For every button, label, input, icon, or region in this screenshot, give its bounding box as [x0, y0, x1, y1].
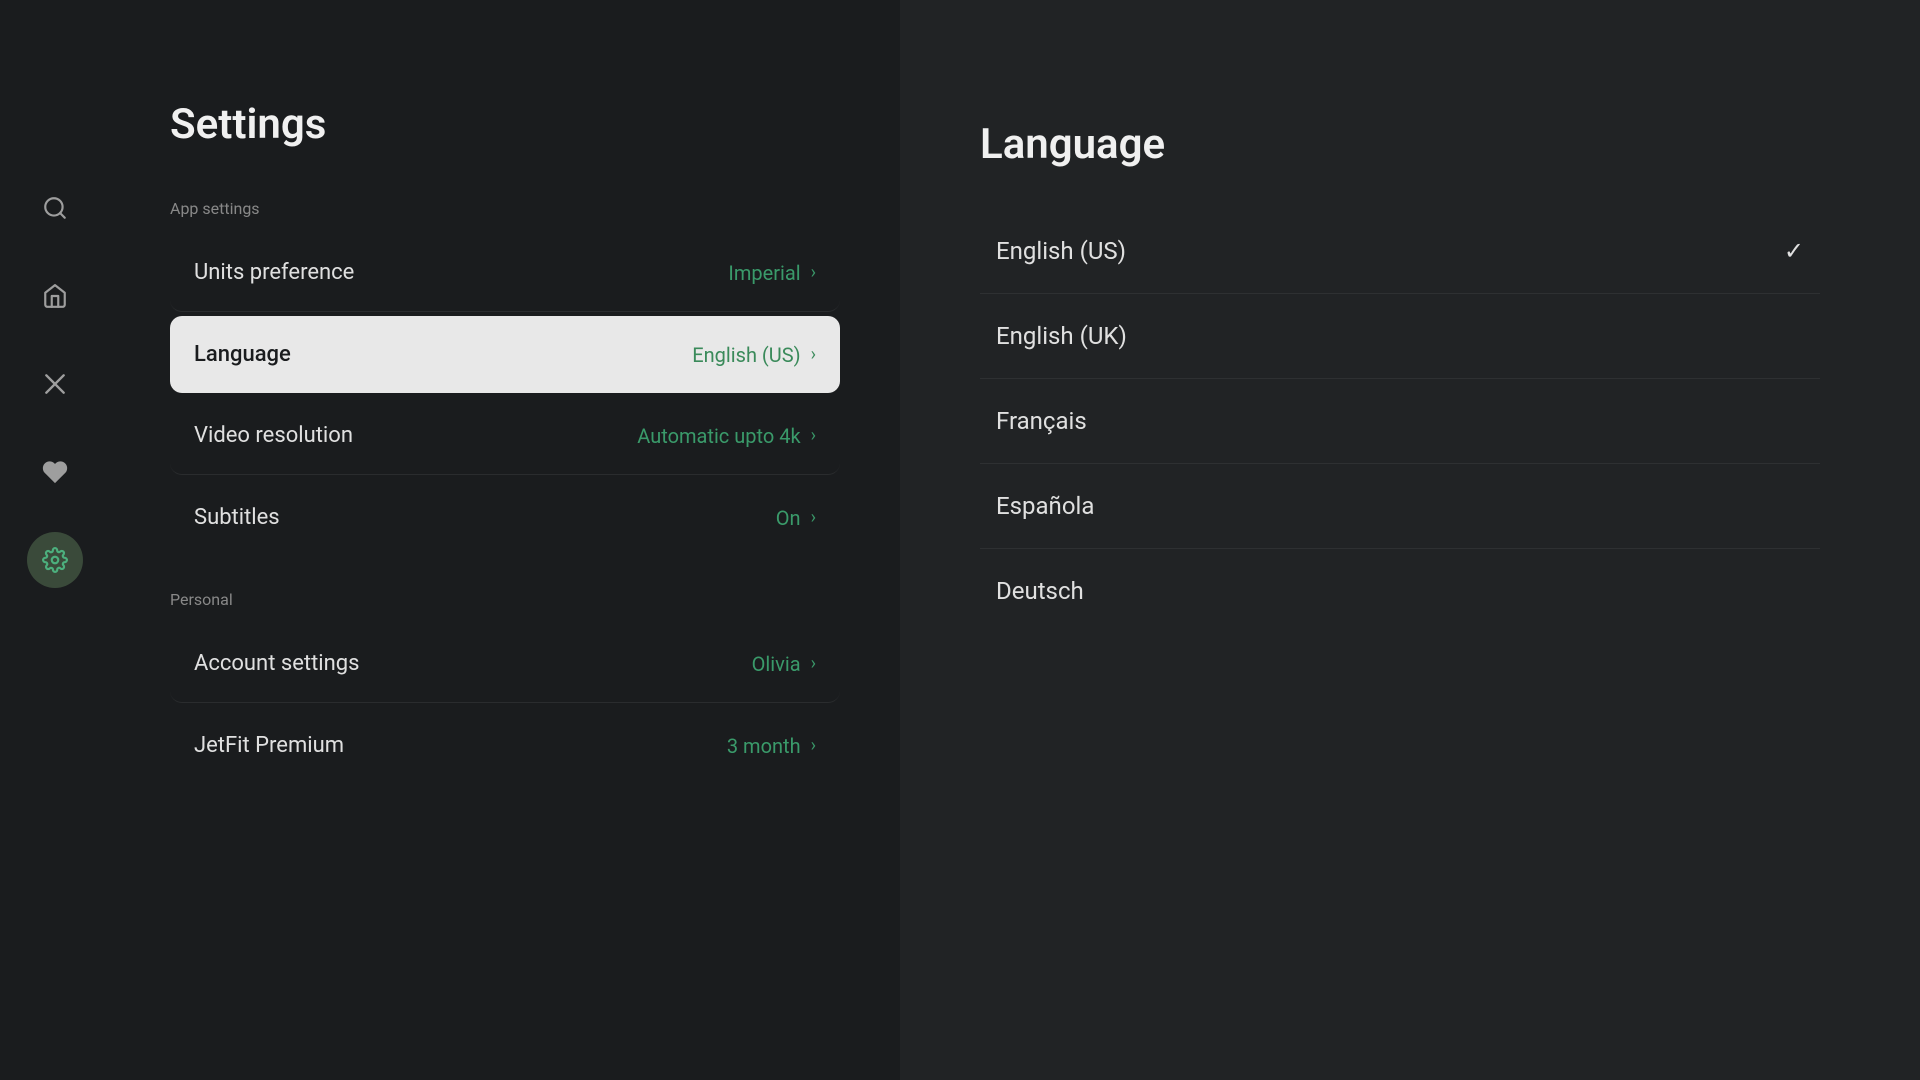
- sidebar-item-workout[interactable]: [27, 356, 83, 412]
- settings-item-premium[interactable]: JetFit Premium 3 month ›: [170, 707, 840, 784]
- language-right: English (US) ›: [692, 343, 816, 367]
- settings-item-units[interactable]: Units preference Imperial ›: [170, 234, 840, 312]
- video-chevron-icon: ›: [811, 425, 816, 446]
- settings-item-language[interactable]: Language English (US) ›: [170, 316, 840, 393]
- language-option-es[interactable]: Española: [980, 464, 1820, 549]
- settings-item-subtitles[interactable]: Subtitles On ›: [170, 479, 840, 556]
- personal-label: Personal: [170, 590, 840, 609]
- video-label: Video resolution: [194, 423, 353, 448]
- subtitles-label: Subtitles: [194, 505, 280, 530]
- language-name-fr: Français: [996, 407, 1087, 435]
- premium-chevron-icon: ›: [811, 735, 816, 756]
- language-name-en-uk: English (UK): [996, 322, 1127, 350]
- units-chevron-icon: ›: [811, 262, 816, 283]
- language-chevron-icon: ›: [811, 344, 816, 365]
- subtitles-chevron-icon: ›: [811, 507, 816, 528]
- sidebar-item-settings[interactable]: [27, 532, 83, 588]
- video-value: Automatic upto 4k: [637, 424, 800, 448]
- sidebar: [0, 0, 110, 1080]
- account-label: Account settings: [194, 651, 359, 676]
- units-label: Units preference: [194, 260, 354, 285]
- language-name-de: Deutsch: [996, 577, 1084, 605]
- personal-settings-list: Account settings Olivia › JetFit Premium…: [170, 625, 840, 788]
- units-value: Imperial: [728, 261, 800, 285]
- account-chevron-icon: ›: [811, 653, 816, 674]
- settings-panel: Settings App settings Units preference I…: [110, 0, 900, 1080]
- language-name-en-us: English (US): [996, 237, 1126, 265]
- language-value: English (US): [692, 343, 800, 367]
- language-option-fr[interactable]: Français: [980, 379, 1820, 464]
- units-right: Imperial ›: [728, 261, 816, 285]
- language-option-en-uk[interactable]: English (UK): [980, 294, 1820, 379]
- settings-item-video[interactable]: Video resolution Automatic upto 4k ›: [170, 397, 840, 475]
- language-list: English (US) ✓ English (UK) Français Esp…: [980, 209, 1820, 633]
- premium-right: 3 month ›: [727, 734, 816, 758]
- account-right: Olivia ›: [752, 652, 816, 676]
- sidebar-item-favorites[interactable]: [27, 444, 83, 500]
- app-settings-label: App settings: [170, 199, 840, 218]
- language-option-de[interactable]: Deutsch: [980, 549, 1820, 633]
- settings-list: Units preference Imperial › Language Eng…: [170, 234, 840, 560]
- language-panel-title: Language: [980, 120, 1820, 169]
- premium-label: JetFit Premium: [194, 733, 344, 758]
- subtitles-value: On: [776, 506, 801, 530]
- check-icon-en-us: ✓: [1784, 237, 1804, 265]
- account-value: Olivia: [752, 652, 801, 676]
- page-title: Settings: [170, 100, 840, 149]
- subtitles-right: On ›: [776, 506, 816, 530]
- premium-value: 3 month: [727, 734, 801, 758]
- language-name-es: Española: [996, 492, 1094, 520]
- sidebar-item-home[interactable]: [27, 268, 83, 324]
- language-label: Language: [194, 342, 291, 367]
- settings-item-account[interactable]: Account settings Olivia ›: [170, 625, 840, 703]
- language-option-en-us[interactable]: English (US) ✓: [980, 209, 1820, 294]
- language-panel: Language English (US) ✓ English (UK) Fra…: [900, 0, 1920, 1080]
- video-right: Automatic upto 4k ›: [637, 424, 816, 448]
- sidebar-item-search[interactable]: [27, 180, 83, 236]
